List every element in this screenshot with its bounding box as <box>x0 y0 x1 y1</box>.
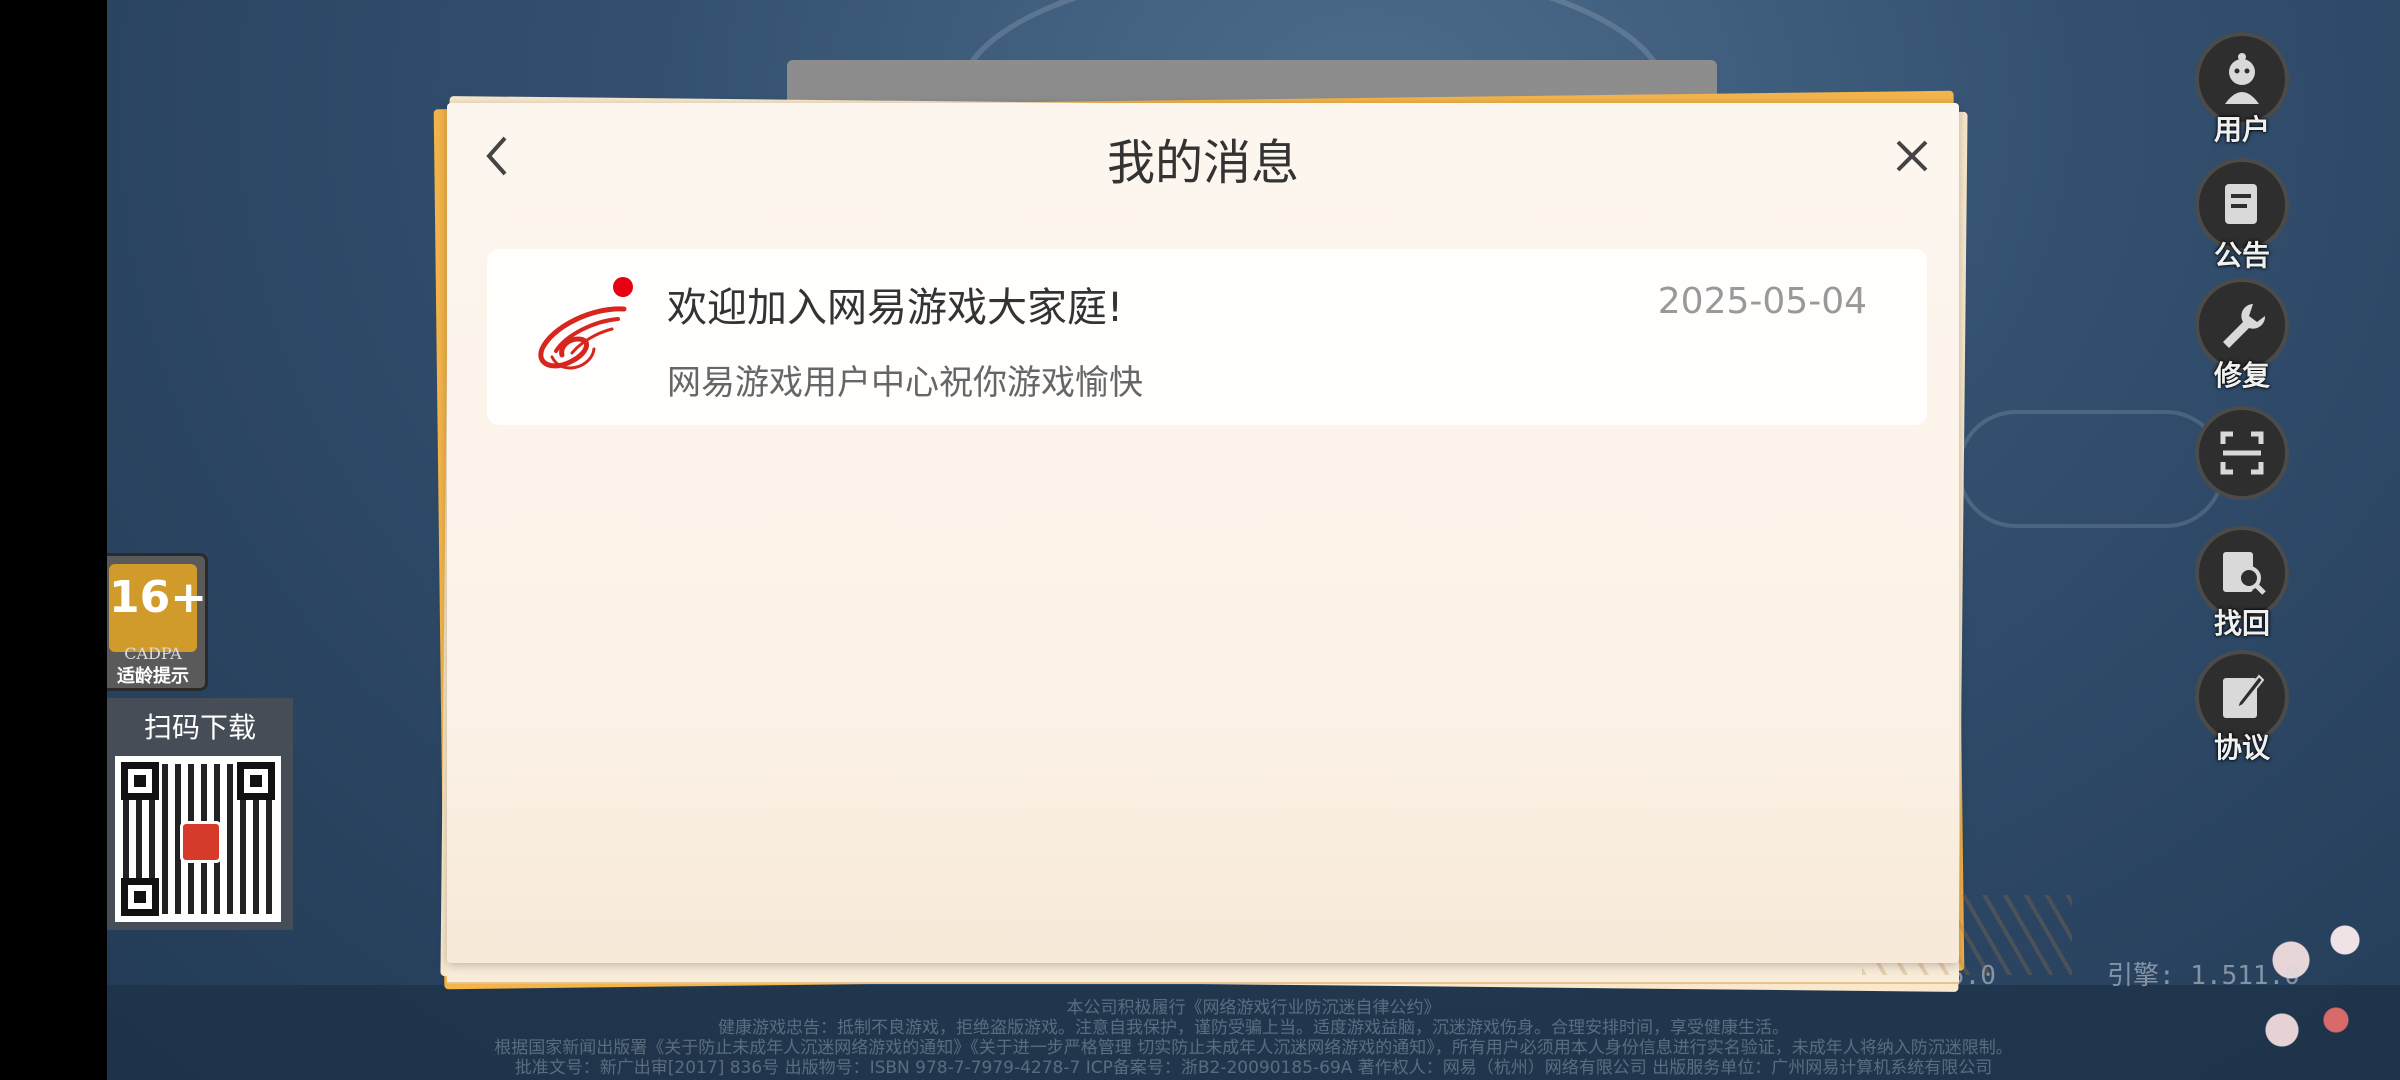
side-label-notice: 公告 <box>2213 239 2270 272</box>
side-label-recover: 找回 <box>2213 607 2270 640</box>
qr-code-icon <box>115 756 281 922</box>
netease-logo-icon <box>532 287 632 387</box>
footer-line-4: 批准文号：新广出审[2017] 836号 出版物号：ISBN 978-7-797… <box>514 1058 1993 1078</box>
game-screen: 本公司积极履行《网络游戏行业防沉迷自律公约》 健康游戏忠告：抵制不良游戏，拒绝盗… <box>107 0 2400 1080</box>
side-button-recover[interactable]: 找回 <box>2182 526 2302 642</box>
side-button-user[interactable]: 用户 <box>2182 32 2302 148</box>
age-rating-number: 16+ <box>109 572 208 623</box>
dialog-title: 我的消息 <box>1106 135 1299 191</box>
close-icon <box>1896 140 1928 172</box>
message-date: 2025-05-04 <box>1657 281 1867 322</box>
engine-version: 引擎: 1.511.0 <box>2107 961 2300 991</box>
side-label-user: 用户 <box>2213 113 2270 146</box>
side-button-agreement[interactable]: 协议 <box>2182 650 2302 766</box>
close-button[interactable] <box>1887 131 1937 181</box>
age-rating-badge[interactable]: 16+ CADPA 适龄提示 <box>107 553 208 691</box>
message-body: 网易游戏用户中心祝你游戏愉快 <box>667 363 1143 403</box>
age-rating-tip: 适龄提示 <box>117 666 189 687</box>
message-item[interactable]: 欢迎加入网易游戏大家庭! 2025-05-04 网易游戏用户中心祝你游戏愉快 <box>487 249 1927 425</box>
qr-download-panel: 扫码下载 <box>107 698 293 930</box>
side-button-scan[interactable] <box>2182 406 2302 500</box>
side-label-agreement: 协议 <box>2213 731 2270 764</box>
side-label-repair: 修复 <box>2213 359 2270 392</box>
scan-icon <box>2195 406 2289 500</box>
age-rating-icon: 16+ <box>109 564 208 652</box>
message-title: 欢迎加入网易游戏大家庭! <box>667 285 1124 331</box>
age-rating-org: CADPA <box>124 644 182 663</box>
messages-dialog: 我的消息 欢迎加入网易游戏大家庭! 2025-05-04 网易游戏用户中心祝你游… <box>447 103 1959 963</box>
unread-dot <box>613 277 633 297</box>
side-button-notice[interactable]: 公告 <box>2182 158 2302 274</box>
game-logo-icon <box>180 821 222 863</box>
qr-title: 扫码下载 <box>143 711 256 744</box>
side-button-repair[interactable]: 修复 <box>2182 278 2302 394</box>
